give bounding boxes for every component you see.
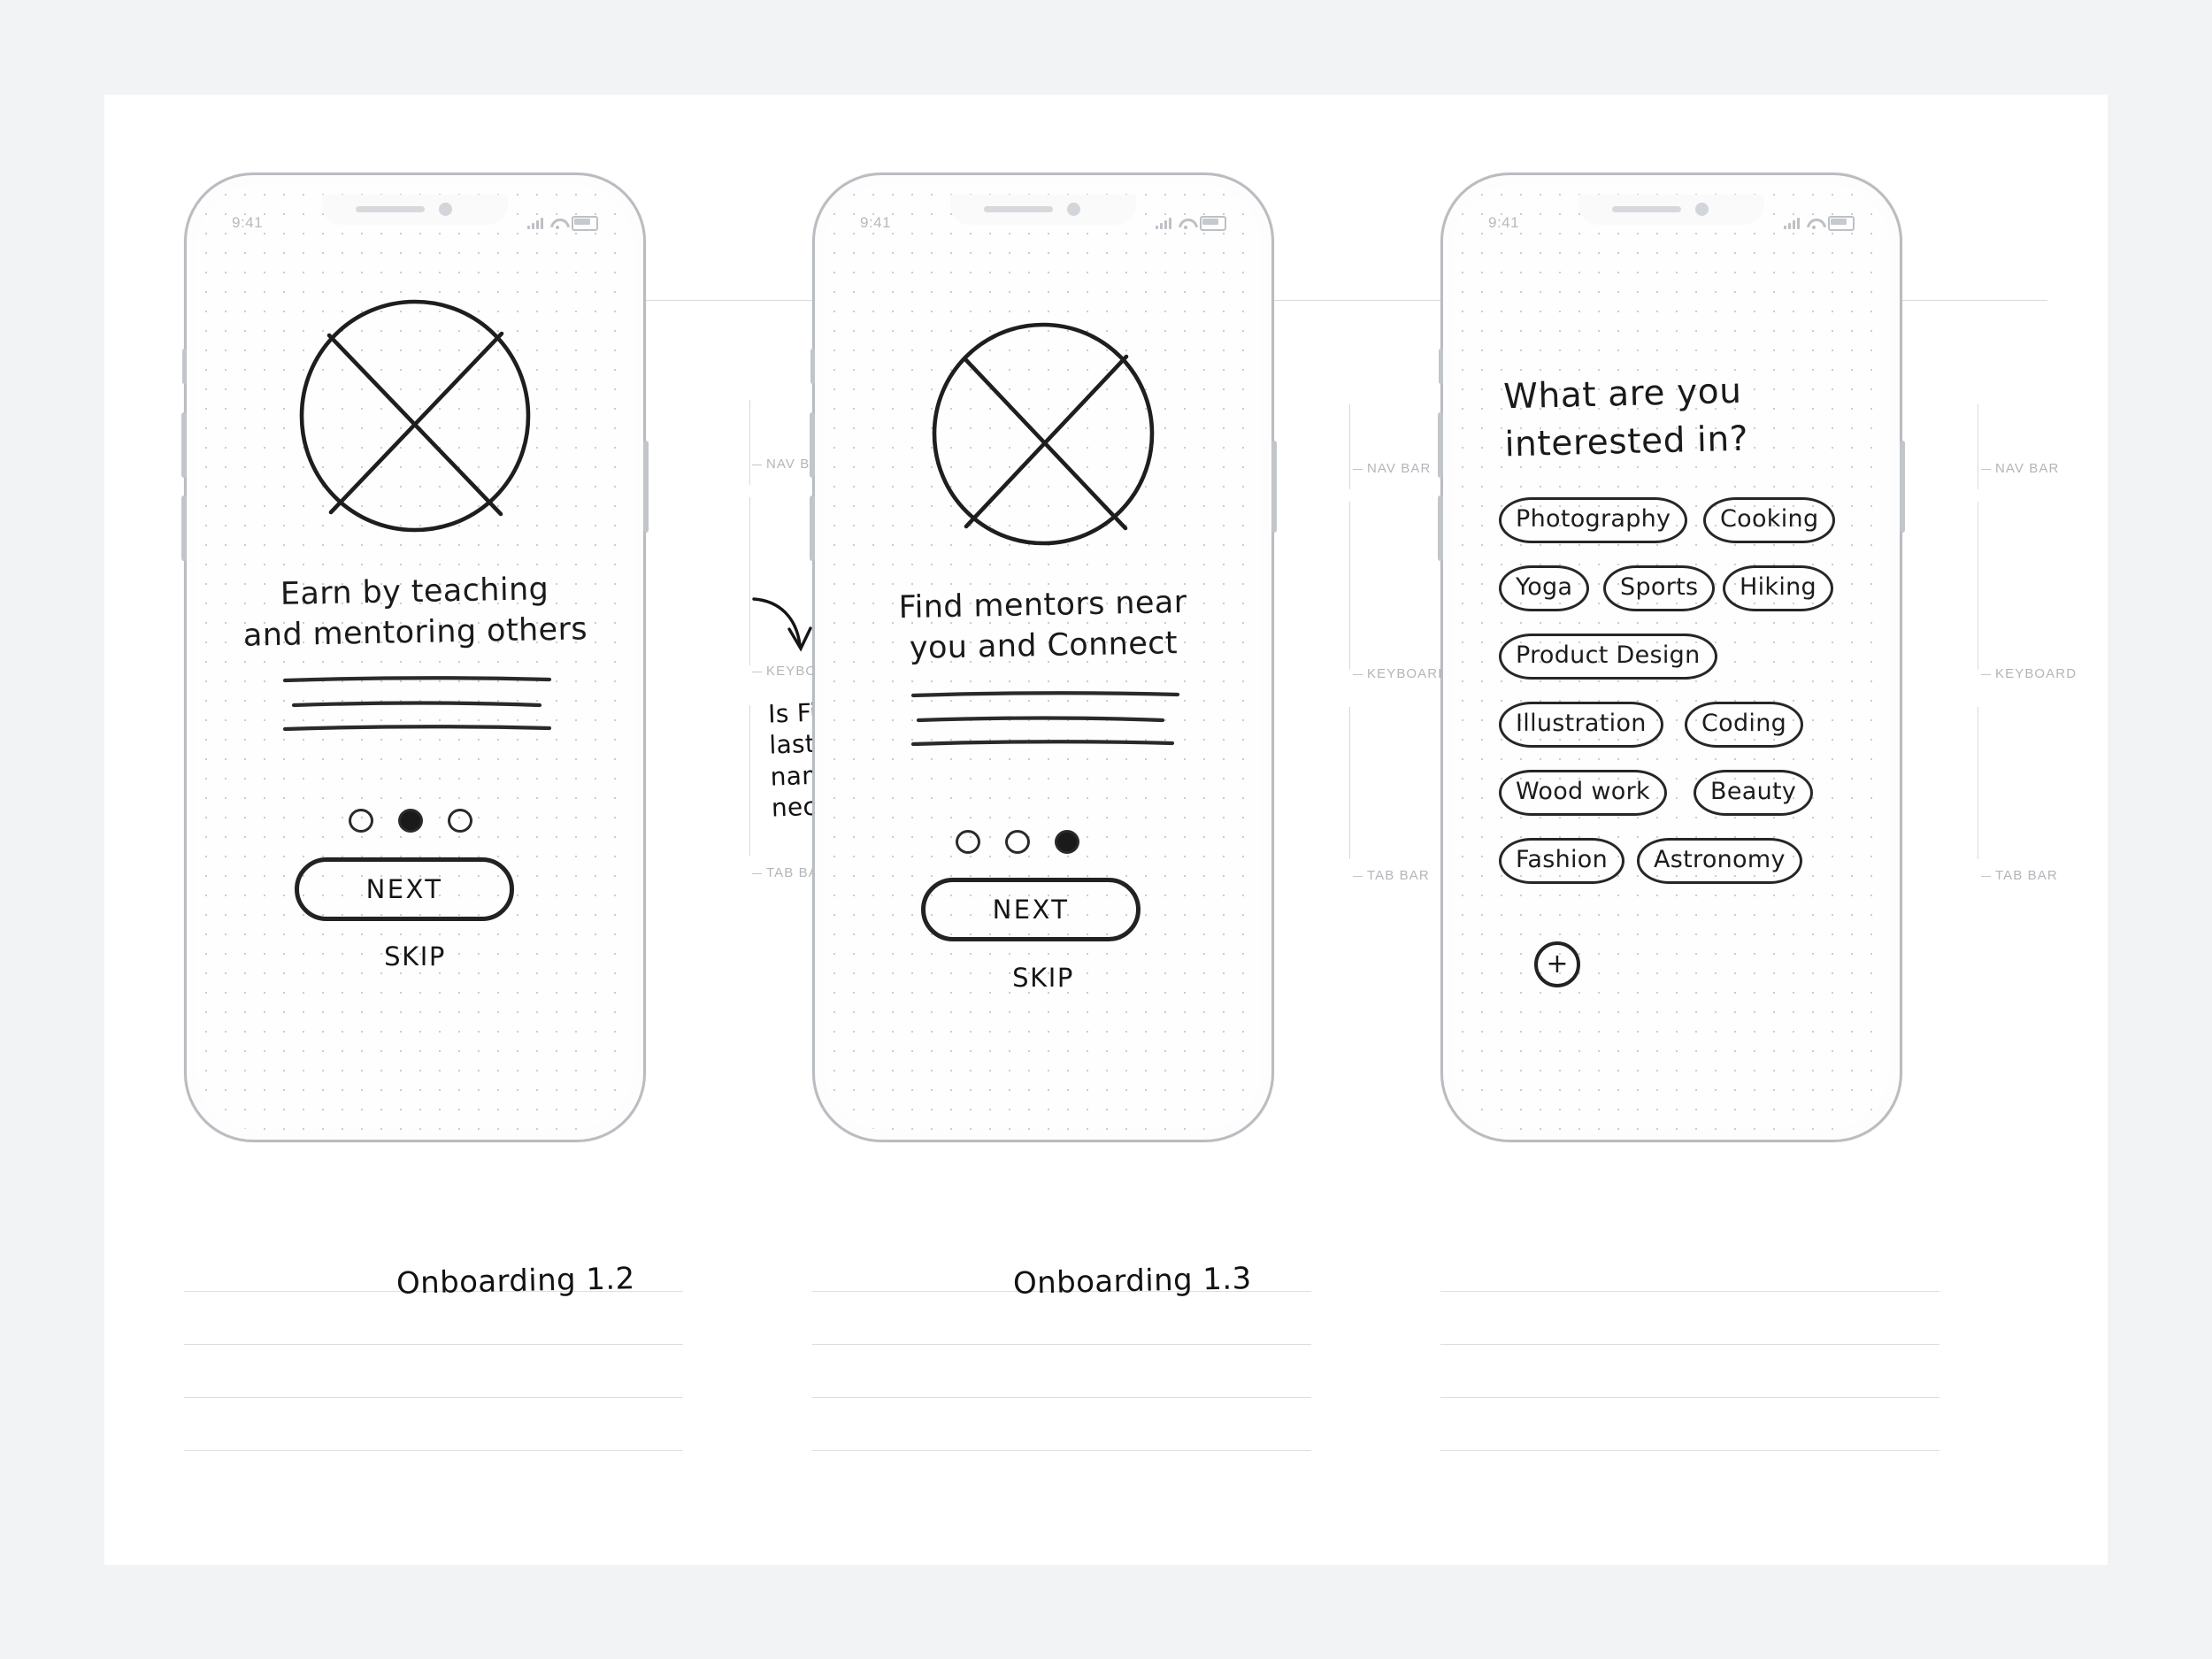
chip-product-design[interactable]: Product Design [1499,634,1717,680]
pagination-dot-3-active[interactable] [1055,830,1079,854]
skip-link[interactable]: SKIP [196,941,634,972]
ruled-line [184,1450,683,1451]
pagination-dot-3[interactable] [448,809,472,833]
chip-fashion[interactable]: Fashion [1499,838,1625,884]
chip-yoga[interactable]: Yoga [1499,565,1590,611]
guide-line-nav-bar-1 [749,400,750,485]
marker-tab-bar-2: TAB BAR [1353,868,1430,883]
caption-onboarding-1-2: Onboarding 1.2 [396,1261,635,1302]
guide-line-keyboard-2 [1349,502,1350,670]
ruled-line [812,1450,1311,1451]
chip-cooking[interactable]: Cooking [1703,497,1836,543]
battery-icon [1828,215,1855,231]
status-bar: 9:41 [1453,210,1890,236]
caption-onboarding-1-3: Onboarding 1.3 [1012,1261,1252,1302]
skip-link[interactable]: SKIP [825,963,1262,993]
power-button[interactable] [643,441,649,533]
ruled-line [1440,1397,1939,1398]
ruled-line [1440,1450,1939,1451]
sketch-paper: 9:41 Earn by teaching and mentoring othe… [104,95,2108,1565]
chip-illustration[interactable]: Illustration [1499,702,1663,748]
phone-screen-onboarding-1-3: 9:41 Find mentors near you and Connect N… [825,185,1262,1130]
power-button[interactable] [1271,441,1277,533]
volume-down-button[interactable] [1438,495,1443,561]
volume-up-button[interactable] [810,412,815,478]
ruled-line [812,1397,1311,1398]
chip-photography[interactable]: Photography [1499,497,1688,543]
guide-line-tab-bar-1 [749,705,750,856]
chip-sports[interactable]: Sports [1603,565,1716,611]
ruled-line [1440,1344,1939,1345]
pagination-dot-2-active[interactable] [398,809,423,833]
mute-switch-icon[interactable] [1439,349,1443,384]
chip-astronomy[interactable]: Astronomy [1637,838,1802,884]
pagination-dot-1[interactable] [349,809,373,833]
phone-frame-onboarding-1-3: 9:41 Find mentors near you and Connect N… [810,173,1277,1142]
mute-switch-icon[interactable] [810,349,815,384]
add-interest-button[interactable]: + [1534,941,1580,987]
interests-question: What are you interested in? [1502,371,1749,465]
ruled-line [1440,1291,1939,1292]
chip-coding[interactable]: Coding [1685,702,1804,748]
volume-up-button[interactable] [1438,412,1443,478]
guide-line-tab-bar-2 [1349,707,1350,859]
marker-nav-bar-2: NAV BAR [1352,461,1432,476]
chip-beauty[interactable]: Beauty [1694,770,1814,816]
volume-down-button[interactable] [181,495,187,561]
signal-bars-icon [1784,217,1800,229]
pagination-dot-1[interactable] [956,830,980,854]
chip-hiking[interactable]: Hiking [1723,565,1833,611]
guide-line-nav-bar-2 [1349,404,1350,489]
volume-up-button[interactable] [181,412,187,478]
ruled-line [184,1344,683,1345]
phone-frame-onboarding-1-2: 9:41 Earn by teaching and mentoring othe… [181,173,649,1142]
next-button[interactable]: NEXT [921,878,1141,941]
ruled-line [812,1344,1311,1345]
status-icons [1784,215,1855,231]
mute-switch-icon[interactable] [182,349,187,384]
next-button[interactable]: NEXT [295,857,514,921]
marker-keyboard-3: KEYBOARD [1980,666,2078,681]
marker-keyboard-2: KEYBOARD [1352,666,1449,681]
phone-screen-onboarding-1-2: 9:41 Earn by teaching and mentoring othe… [196,185,634,1130]
pagination-dot-2[interactable] [1005,830,1030,854]
volume-down-button[interactable] [810,495,815,561]
body-text-lines [196,185,634,1130]
phone-screen-interests: 9:41 What are you interested in? Photogra… [1453,185,1890,1130]
ruled-line [184,1397,683,1398]
wifi-icon [1807,218,1821,229]
phone-frame-interests: 9:41 What are you interested in? Photogra… [1438,173,1905,1142]
status-time: 9:41 [1488,214,1520,231]
marker-tab-bar-3: TAB BAR [1981,868,2058,883]
marker-nav-bar-3: NAV BAR [1980,461,2060,476]
power-button[interactable] [1900,441,1905,533]
chip-wood-work[interactable]: Wood work [1499,770,1667,816]
